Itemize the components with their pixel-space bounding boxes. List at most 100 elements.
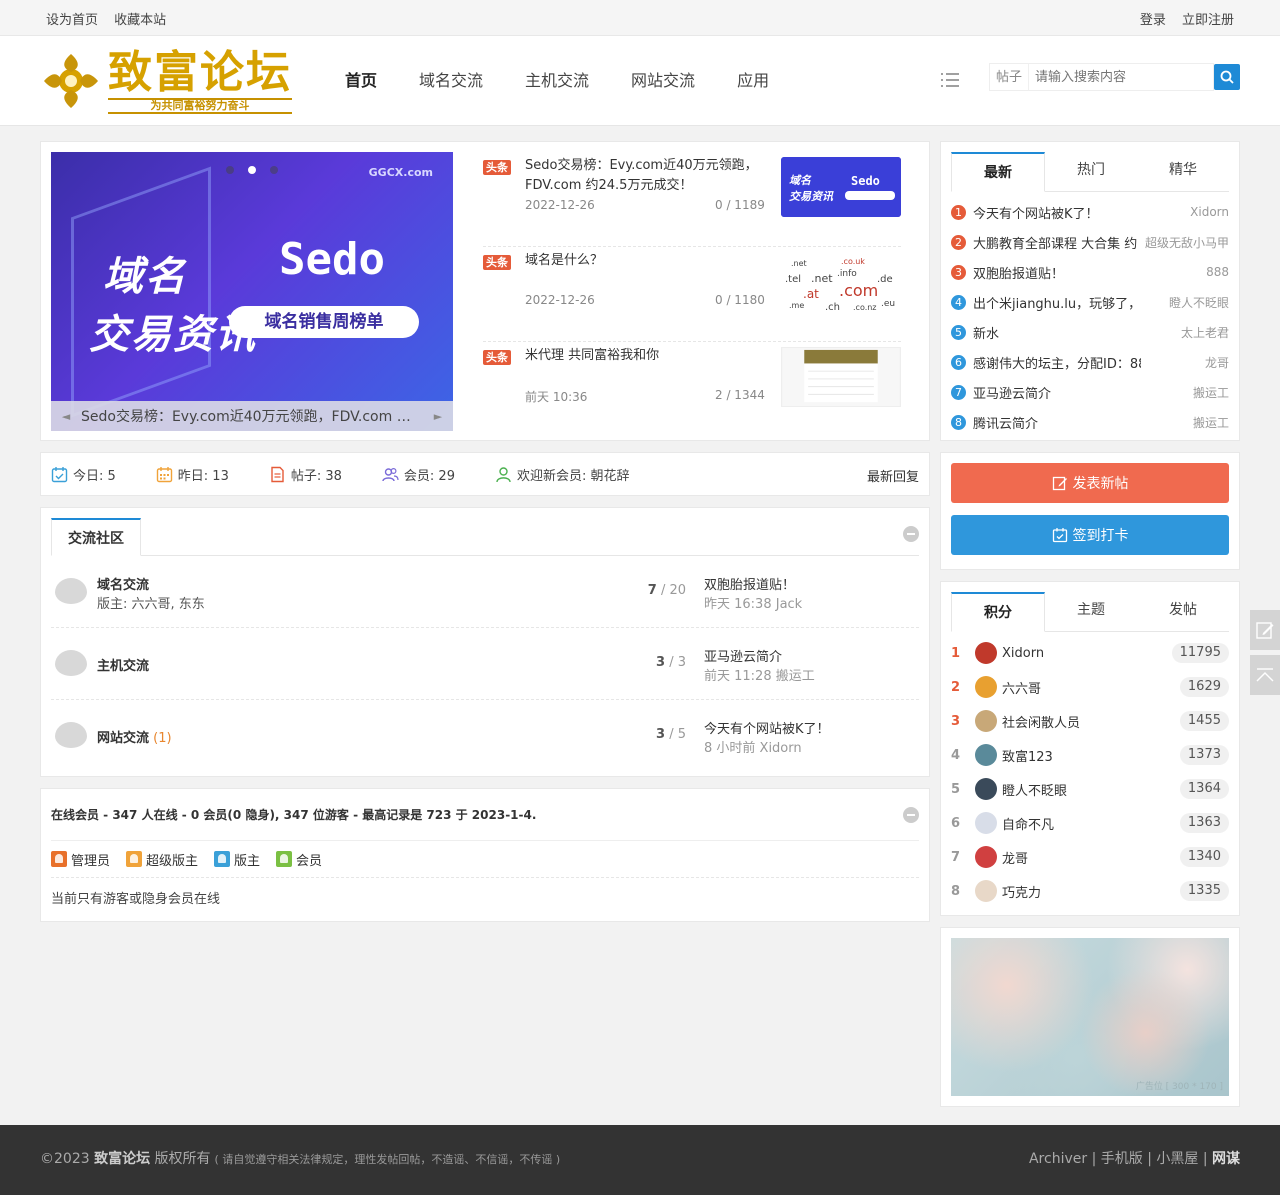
tab-threads[interactable]: 主题 [1045,591,1137,631]
slide-dot[interactable] [226,166,234,174]
ranking-item: 2 六六哥 1629 [951,670,1229,704]
forum-name-text[interactable]: 网站交流 [97,731,149,746]
slide-banner[interactable]: GGCX.com 域名 交易资讯 Sedo 域名销售周榜单 [51,152,453,431]
forum-name[interactable]: 网站交流 (1) [97,727,172,746]
set-homepage-link[interactable]: 设为首页 [46,13,98,28]
headline-title[interactable]: Sedo交易榜：Evy.com近40万元领跑，FDV.com 约24.5万元成交… [525,156,770,196]
float-reply-button[interactable] [1250,610,1280,650]
user-name-link[interactable]: 社会闲散人员 [1002,712,1080,731]
search-icon [1220,70,1234,84]
avatar[interactable] [975,710,997,732]
avatar[interactable] [975,846,997,868]
headline-title[interactable]: 域名是什么？ [525,251,770,271]
site-logo[interactable]: 致富论坛 为共同富裕努力奋斗 [40,46,310,116]
slide-next-icon[interactable]: ► [423,410,453,423]
collapse-icon[interactable] [903,807,919,823]
ad-image[interactable]: 广告位 [ 300 * 170 ] [951,938,1229,1096]
headline-thumbnail[interactable] [781,347,901,407]
thread-title-link[interactable]: 大鹏教育全部课程 大合集 约 [973,233,1137,252]
thread-author[interactable]: 太上老君 [1181,324,1229,341]
latest-thread-item: 2 大鹏教育全部课程 大合集 约超级无敌小马甲 [951,227,1229,257]
member-legend: 管理员 超级版主 版主 会员 [51,841,919,878]
forum-name[interactable]: 域名交流 [97,574,149,593]
thread-author[interactable]: 搬运工 [1193,414,1229,431]
blacklist-link[interactable]: 小黑屋 [1156,1151,1198,1167]
avatar[interactable] [975,880,997,902]
nav-domain[interactable]: 域名交流 [419,36,483,126]
avatar[interactable] [975,812,997,834]
tab-hot[interactable]: 热门 [1045,151,1137,191]
archiver-link[interactable]: Archiver [1029,1151,1087,1167]
nav-apps[interactable]: 应用 [737,36,769,126]
user-name-link[interactable]: Xidorn [1002,646,1044,661]
tab-points[interactable]: 积分 [951,592,1045,632]
online-header[interactable]: 在线会员 - 347 人在线 - 0 会员(0 隐身), 347 位游客 - 最… [51,789,919,841]
nav-website[interactable]: 网站交流 [631,36,695,126]
avatar[interactable] [975,778,997,800]
slide-dot-active[interactable] [248,166,256,174]
thread-author[interactable]: 龙哥 [1205,354,1229,371]
headline-thumbnail[interactable]: 域名 交易资讯 Sedo [781,157,901,217]
user-name-link[interactable]: 巧克力 [1002,882,1041,901]
document-icon [271,466,284,482]
slide-brand: Sedo [279,234,385,285]
forum-name[interactable]: 主机交流 [97,655,149,674]
bookmark-link[interactable]: 收藏本站 [114,13,166,28]
thread-title-link[interactable]: 腾讯云简介 [973,413,1038,432]
avatar[interactable] [975,642,997,664]
thread-author[interactable]: 瞪人不眨眼 [1169,294,1229,311]
back-to-top-button[interactable] [1250,655,1280,695]
thread-title-link[interactable]: 感谢伟大的坛主，分配ID：888给龙哥 [973,353,1141,372]
nav-home[interactable]: 首页 [345,36,377,126]
list-menu-icon[interactable] [940,70,960,90]
copyright-text: 版权所有 [150,1151,211,1167]
thread-title-link[interactable]: 出个米jianghu.lu，玩够了，不 [973,293,1141,312]
register-link[interactable]: 立即注册 [1182,13,1234,28]
forum-last-post[interactable]: 今天有个网站被K了！ [704,718,830,737]
thread-author[interactable]: Xidorn [1190,205,1229,219]
search-button[interactable] [1214,64,1240,90]
new-post-button[interactable]: 发表新帖 [951,463,1229,503]
check-in-button[interactable]: 签到打卡 [951,515,1229,555]
footer-brand-link[interactable]: 网谋 [1212,1151,1240,1167]
tab-newest[interactable]: 最新 [951,152,1045,192]
user-name-link[interactable]: 六六哥 [1002,678,1041,697]
headline-thumbnail[interactable]: .net .co.uk .tel .net .info .de .at .com… [781,252,901,312]
slide-dot[interactable] [270,166,278,174]
thread-title-link[interactable]: 亚马逊云简介 [973,383,1051,402]
avatar[interactable] [975,676,997,698]
svg-text:.me: .me [789,301,804,310]
stat-today-value: 今日: 5 [73,468,116,484]
ranking-item: 1 Xidorn 11795 [951,636,1229,670]
thread-author[interactable]: 888 [1206,265,1229,279]
thread-author[interactable]: 搬运工 [1193,384,1229,401]
headline-title[interactable]: 米代理 共同富裕我和你 [525,346,770,366]
nav-hosting[interactable]: 主机交流 [525,36,589,126]
forum-last-post[interactable]: 双胞胎报道贴！ [704,574,795,593]
slide-caption-text[interactable]: Sedo交易榜：Evy.com近40万元领跑，FDV.com 约24.5万元成交… [81,406,423,426]
collapse-icon[interactable] [903,526,919,542]
latest-reply-link[interactable]: 最新回复 [867,466,919,485]
tab-digest[interactable]: 精华 [1137,151,1229,191]
mobile-link[interactable]: 手机版 [1101,1151,1143,1167]
footer-site-name[interactable]: 致富论坛 [94,1151,150,1167]
search-scope-select[interactable]: 帖子 [988,63,1028,91]
tab-community[interactable]: 交流社区 [51,518,141,556]
user-name-link[interactable]: 自命不凡 [1002,814,1054,833]
tab-posts[interactable]: 发帖 [1137,591,1229,631]
search-input[interactable] [1028,63,1214,91]
footer-links: Archiver | 手机版 | 小黑屋 | 网谋 [1029,1148,1240,1168]
login-link[interactable]: 登录 [1140,13,1166,28]
slide-dots [226,166,292,174]
stat-newest-value[interactable]: 欢迎新会员: 朝花辞 [517,465,630,484]
thread-title-link[interactable]: 双胞胎报道贴！ [973,263,1064,282]
user-name-link[interactable]: 龙哥 [1002,848,1028,867]
user-name-link[interactable]: 瞪人不眨眼 [1002,780,1067,799]
slide-prev-icon[interactable]: ◄ [51,410,81,423]
thread-title-link[interactable]: 新水 [973,323,999,342]
user-name-link[interactable]: 致富123 [1002,746,1053,765]
avatar[interactable] [975,744,997,766]
thread-title-link[interactable]: 今天有个网站被K了！ [973,203,1099,222]
forum-last-post[interactable]: 亚马逊云简介 [704,646,782,665]
thread-author[interactable]: 超级无敌小马甲 [1145,234,1229,251]
